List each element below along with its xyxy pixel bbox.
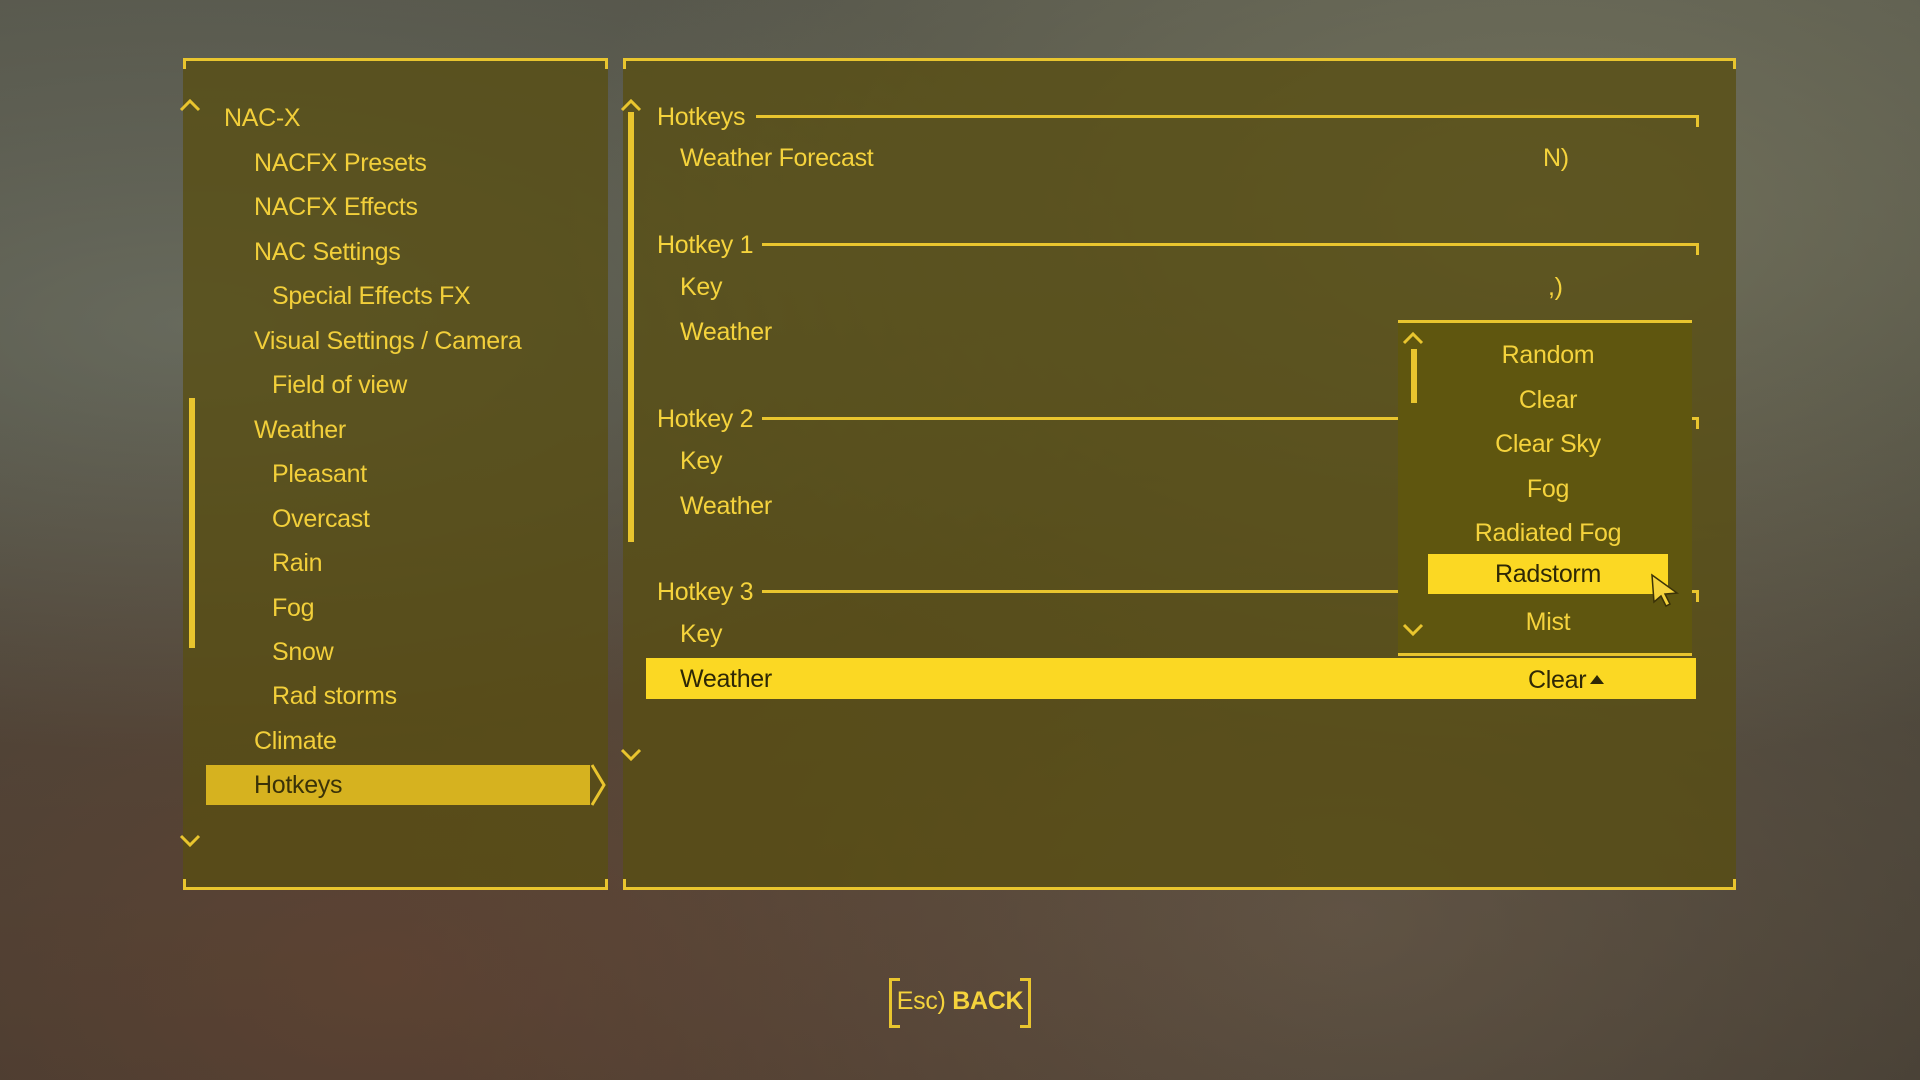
nav-item-rad-storms[interactable]: Rad storms <box>272 676 397 716</box>
category-scrollbar[interactable] <box>189 398 195 648</box>
dropdown-option-random[interactable]: Random <box>1428 335 1668 375</box>
nav-item-snow[interactable]: Snow <box>272 632 334 672</box>
mouse-cursor-icon <box>1651 573 1680 607</box>
hotkey3-weather-label[interactable]: Weather <box>680 662 772 696</box>
dropdown-option-mist[interactable]: Mist <box>1428 602 1668 642</box>
nav-item-field-of-view[interactable]: Field of view <box>272 365 407 405</box>
nav-item-weather[interactable]: Weather <box>254 410 346 450</box>
dropdown-option-clear-sky[interactable]: Clear Sky <box>1428 424 1668 464</box>
scroll-up-icon[interactable] <box>179 98 201 112</box>
panel-frame-bottom <box>623 879 1736 890</box>
dropdown-scrollbar[interactable] <box>1411 349 1417 403</box>
section-title-hotkey-1: Hotkey 1 <box>657 231 754 259</box>
weather-dropdown[interactable]: Random Clear Clear Sky Fog Radiated Fog … <box>1398 320 1692 656</box>
settings-scroll-down-icon[interactable] <box>620 748 642 762</box>
bracket-left <box>889 978 900 1028</box>
dropdown-option-radiated-fog[interactable]: Radiated Fog <box>1428 513 1668 553</box>
weather-forecast-value[interactable]: N) <box>1543 141 1569 175</box>
nav-item-fog[interactable]: Fog <box>272 588 314 628</box>
hotkey2-weather-label[interactable]: Weather <box>680 489 772 523</box>
dropdown-scroll-up-icon[interactable] <box>1402 331 1424 345</box>
hotkey3-weather-value[interactable]: Clear <box>1528 663 1587 697</box>
hotkey3-key-label[interactable]: Key <box>680 617 722 651</box>
panel-frame-top <box>183 58 608 69</box>
scroll-down-icon[interactable] <box>179 834 201 848</box>
nav-item-rain[interactable]: Rain <box>272 543 323 583</box>
hotkey2-key-label[interactable]: Key <box>680 444 722 478</box>
nav-item-nac-x[interactable]: NAC-X <box>224 98 301 138</box>
settings-scroll-up-icon[interactable] <box>620 98 642 112</box>
back-key-hint: Esc) <box>896 987 946 1015</box>
hotkey1-key-value[interactable]: ,) <box>1548 270 1563 304</box>
panel-frame-top <box>623 58 1736 69</box>
nav-item-nacfx-effects[interactable]: NACFX Effects <box>254 187 418 227</box>
nav-item-overcast[interactable]: Overcast <box>272 499 370 539</box>
back-label: BACK <box>952 987 1024 1015</box>
nav-item-climate[interactable]: Climate <box>254 721 337 761</box>
dropdown-scroll-down-icon[interactable] <box>1402 623 1424 637</box>
dropdown-option-fog[interactable]: Fog <box>1428 469 1668 509</box>
panel-frame-bottom <box>183 879 608 890</box>
chevron-right-icon <box>590 764 606 806</box>
bracket-right <box>1020 978 1031 1028</box>
nav-item-nacfx-presets[interactable]: NACFX Presets <box>254 143 427 183</box>
nav-item-hotkeys-label: Hotkeys <box>254 771 343 799</box>
nav-item-pleasant[interactable]: Pleasant <box>272 454 367 494</box>
nav-item-special-effects-fx[interactable]: Special Effects FX <box>272 276 471 316</box>
dropdown-option-clear[interactable]: Clear <box>1428 380 1668 420</box>
hotkey1-weather-label[interactable]: Weather <box>680 315 772 349</box>
section-title-hotkeys: Hotkeys <box>657 103 746 131</box>
nav-item-visual-settings[interactable]: Visual Settings / Camera <box>254 321 522 361</box>
section-title-hotkey-2: Hotkey 2 <box>657 405 754 433</box>
settings-scrollbar[interactable] <box>628 112 634 542</box>
back-button[interactable]: Esc) BACK <box>889 978 1031 1028</box>
hotkey1-key-label[interactable]: Key <box>680 270 722 304</box>
weather-forecast-label[interactable]: Weather Forecast <box>680 141 874 175</box>
nav-item-nac-settings[interactable]: NAC Settings <box>254 232 401 272</box>
section-divider <box>756 115 1699 127</box>
dropdown-option-radstorm[interactable]: Radstorm <box>1428 554 1668 594</box>
section-title-hotkey-3: Hotkey 3 <box>657 578 754 606</box>
nav-item-hotkeys[interactable]: Hotkeys <box>206 765 590 805</box>
section-divider <box>762 243 1699 255</box>
caret-up-icon <box>1590 675 1604 684</box>
